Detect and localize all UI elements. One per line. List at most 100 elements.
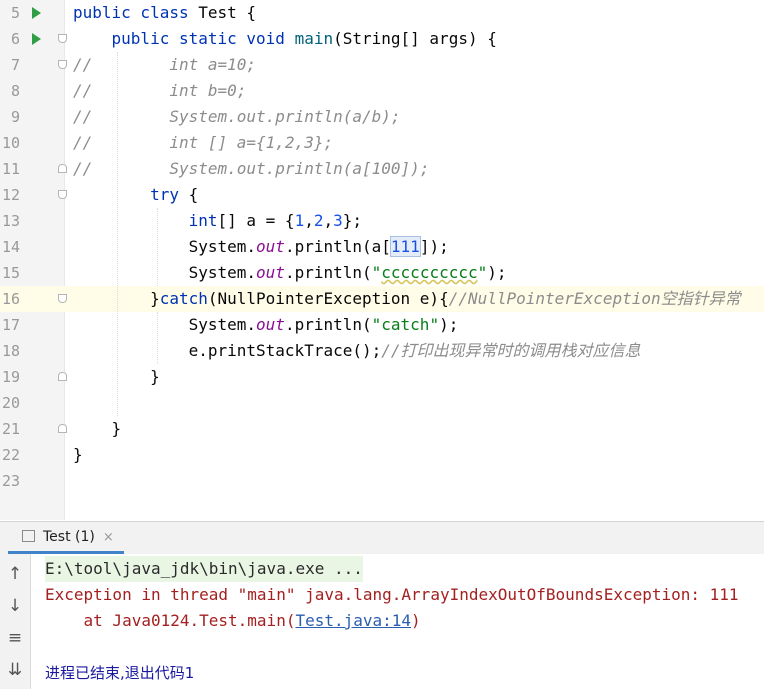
- line-number: 20: [1, 394, 20, 412]
- indent-guide: [157, 312, 158, 364]
- code-line[interactable]: 23: [0, 468, 764, 494]
- console-exception-line: Exception in thread "main" java.lang.Arr…: [45, 585, 739, 604]
- console-icon: [22, 530, 35, 542]
- line-number: 15: [1, 264, 20, 282]
- code-text: System.out.println("cccccccccc");: [73, 260, 507, 286]
- code-line[interactable]: 12 try {: [0, 182, 764, 208]
- line-number: 13: [1, 212, 20, 230]
- run-tab[interactable]: Test (1) ×: [8, 522, 124, 554]
- run-toolbar: ↑ ↓ ≡ ⇊: [0, 554, 31, 689]
- code-line[interactable]: 13 int[] a = {1,2,3};: [0, 208, 764, 234]
- scroll-up-icon[interactable]: ↑: [3, 562, 27, 586]
- code-token: // System.out.println(a[100]);: [73, 159, 430, 178]
- code-token: out: [256, 315, 285, 334]
- code-line[interactable]: 20: [0, 390, 764, 416]
- code-line[interactable]: 14 System.out.println(a[111]);: [0, 234, 764, 260]
- code-token: );: [439, 315, 459, 334]
- line-number: 22: [1, 446, 20, 464]
- soft-wrap-icon[interactable]: ≡: [3, 626, 27, 650]
- close-icon[interactable]: ×: [103, 530, 114, 545]
- code-token: );: [487, 263, 507, 282]
- fold-marker-icon[interactable]: [58, 164, 67, 173]
- code-token: ,: [304, 211, 314, 230]
- line-number: 17: [1, 316, 20, 334]
- code-line[interactable]: 18 e.printStackTrace();//打印出现异常时的调用栈对应信息: [0, 338, 764, 364]
- run-gutter-icon[interactable]: [32, 33, 41, 45]
- code-token: .println(: [284, 263, 372, 282]
- line-number: 12: [1, 186, 20, 204]
- code-line[interactable]: 8 // int b=0;: [0, 78, 764, 104]
- line-number: 5: [10, 4, 20, 22]
- fold-marker-icon[interactable]: [58, 190, 67, 199]
- code-line[interactable]: 17 System.out.println("catch");: [0, 312, 764, 338]
- indent-guide: [157, 208, 158, 286]
- code-line[interactable]: 11 // System.out.println(a[100]);: [0, 156, 764, 182]
- fold-marker-icon[interactable]: [58, 424, 67, 433]
- code-token: 3: [333, 211, 343, 230]
- scroll-to-end-icon[interactable]: ⇊: [3, 658, 27, 682]
- fold-marker-icon[interactable]: [58, 60, 67, 69]
- code-token: {: [178, 185, 199, 204]
- stacktrace-suffix: ): [411, 611, 421, 630]
- console-command-line: E:\tool\java_jdk\bin\java.exe ...: [45, 556, 363, 582]
- code-text: // int [] a={1,2,3};: [73, 130, 333, 156]
- fold-marker-icon[interactable]: [58, 34, 67, 43]
- code-token: 111: [389, 236, 421, 257]
- code-token: .println(: [284, 315, 372, 334]
- code-token: // int [] a={1,2,3};: [73, 133, 334, 152]
- code-token: (String[] args) {: [333, 29, 497, 48]
- run-gutter-icon[interactable]: [32, 7, 41, 19]
- source-link[interactable]: Test.java:14: [295, 611, 411, 630]
- line-number: 6: [10, 30, 20, 48]
- run-tab-label: Test (1): [43, 529, 95, 545]
- code-text: System.out.println("catch");: [73, 312, 459, 338]
- code-text: }: [73, 442, 83, 468]
- code-line[interactable]: 19 }: [0, 364, 764, 390]
- code-token: try: [150, 185, 179, 204]
- line-number: 23: [1, 472, 20, 490]
- code-token: 1: [294, 211, 305, 230]
- code-line[interactable]: 22}: [0, 442, 764, 468]
- code-text: // System.out.println(a/b);: [73, 104, 401, 130]
- line-number: 21: [1, 420, 20, 438]
- code-text: // int a=10;: [73, 52, 256, 78]
- code-token: Test {: [198, 3, 257, 22]
- code-line[interactable]: 7 // int a=10;: [0, 52, 764, 78]
- fold-marker-icon[interactable]: [58, 372, 67, 381]
- stacktrace-prefix: at Java0124.Test.main(: [45, 611, 296, 630]
- code-token: [] a = {: [217, 211, 295, 230]
- scroll-down-icon[interactable]: ↓: [3, 594, 27, 618]
- code-token: ": [371, 263, 382, 282]
- code-text: public static void main(String[] args) {: [73, 26, 497, 52]
- code-line[interactable]: 5 public class Test {: [0, 0, 764, 26]
- code-text: // int b=0;: [73, 78, 246, 104]
- line-number: 19: [1, 368, 20, 386]
- code-token: //NullPointerException空指针异常: [448, 289, 741, 308]
- code-token: .println(a[: [284, 237, 391, 256]
- console-output[interactable]: E:\tool\java_jdk\bin\java.exe ... Except…: [31, 554, 764, 689]
- code-token: };: [342, 211, 363, 230]
- code-text: System.out.println(a[111]);: [73, 234, 449, 260]
- code-token: //打印出现异常时的调用栈对应信息: [381, 341, 641, 360]
- code-line[interactable]: 21 }: [0, 416, 764, 442]
- fold-marker-icon[interactable]: [58, 294, 67, 303]
- code-text: }catch(NullPointerException e){//NullPoi…: [73, 286, 741, 312]
- indent-guide: [117, 52, 118, 416]
- code-token: catch: [159, 289, 208, 308]
- code-line[interactable]: 6 public static void main(String[] args)…: [0, 26, 764, 52]
- code-token: System.: [73, 315, 257, 334]
- line-number: 14: [1, 238, 20, 256]
- code-editor[interactable]: 5 public class Test {6 public static void…: [0, 0, 764, 520]
- code-token: (NullPointerException e){: [207, 289, 449, 308]
- code-line[interactable]: 9 // System.out.println(a/b);: [0, 104, 764, 130]
- line-number: 16: [1, 290, 20, 308]
- code-token: }: [73, 445, 83, 464]
- code-text: try {: [73, 182, 198, 208]
- code-line[interactable]: 10 // int [] a={1,2,3};: [0, 130, 764, 156]
- code-line[interactable]: 16 }catch(NullPointerException e){//Null…: [0, 286, 764, 312]
- line-number: 7: [10, 56, 20, 74]
- code-line[interactable]: 15 System.out.println("cccccccccc");: [0, 260, 764, 286]
- code-token: public static void: [73, 29, 295, 48]
